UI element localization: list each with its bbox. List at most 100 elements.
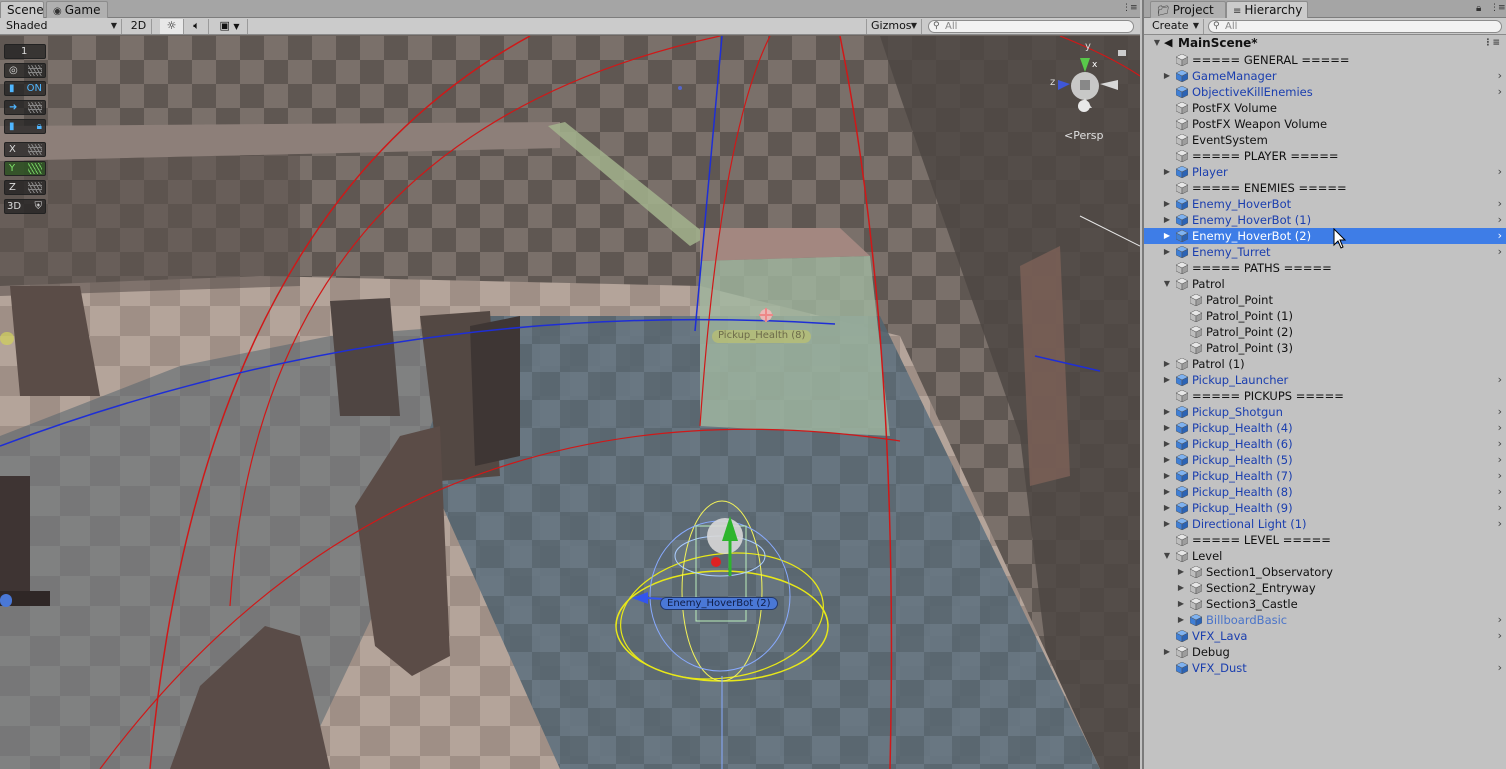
prefab-open-chevron-icon[interactable]: ›	[1498, 196, 1502, 212]
panel-menu-icon[interactable]: ⋮≡	[1122, 3, 1138, 13]
fold-closed-icon[interactable]: ▶	[1162, 244, 1172, 260]
fold-closed-icon[interactable]: ▶	[1162, 644, 1172, 660]
prefab-open-chevron-icon[interactable]: ›	[1498, 516, 1502, 532]
hierarchy-row[interactable]: ▶ Debug	[1144, 644, 1506, 660]
lock-toggle[interactable]: ▮ 🔒︎	[4, 119, 46, 134]
prefab-open-chevron-icon[interactable]: ›	[1498, 468, 1502, 484]
hierarchy-row[interactable]: ▶ Player ›	[1144, 164, 1506, 180]
hierarchy-row[interactable]: ===== GENERAL =====	[1144, 52, 1506, 68]
hierarchy-row[interactable]: EventSystem	[1144, 132, 1506, 148]
fold-closed-icon[interactable]: ▶	[1162, 164, 1172, 180]
fold-closed-icon[interactable]: ▶	[1162, 516, 1172, 532]
fold-open-icon[interactable]: ▼	[1162, 276, 1172, 292]
hierarchy-row[interactable]: ===== PICKUPS =====	[1144, 388, 1506, 404]
hierarchy-row[interactable]: ▶ Enemy_HoverBot (1) ›	[1144, 212, 1506, 228]
hierarchy-row[interactable]: ▶ Pickup_Health (7) ›	[1144, 468, 1506, 484]
hierarchy-row[interactable]: ▶ Pickup_Launcher ›	[1144, 372, 1506, 388]
hierarchy-row[interactable]: ===== PATHS =====	[1144, 260, 1506, 276]
tab-scene[interactable]: Scene	[0, 1, 44, 18]
hierarchy-row[interactable]: ▶ Section1_Observatory	[1144, 564, 1506, 580]
hierarchy-row[interactable]: ▶ Pickup_Health (6) ›	[1144, 436, 1506, 452]
hierarchy-row[interactable]: Patrol_Point (1)	[1144, 308, 1506, 324]
hierarchy-row[interactable]: VFX_Dust ›	[1144, 660, 1506, 676]
hierarchy-row[interactable]: ▶ Enemy_Turret ›	[1144, 244, 1506, 260]
fold-closed-icon[interactable]: ▶	[1162, 196, 1172, 212]
hierarchy-row[interactable]: PostFX Volume	[1144, 100, 1506, 116]
hierarchy-row[interactable]: VFX_Lava ›	[1144, 628, 1506, 644]
hierarchy-row[interactable]: ▶ Pickup_Shotgun ›	[1144, 404, 1506, 420]
hierarchy-row[interactable]: Patrol_Point (3)	[1144, 340, 1506, 356]
fold-closed-icon[interactable]: ▶	[1162, 356, 1172, 372]
lighting-toggle[interactable]: ☼	[160, 19, 184, 34]
fold-closed-icon[interactable]: ▶	[1162, 212, 1172, 228]
hierarchy-row[interactable]: ▼ Patrol	[1144, 276, 1506, 292]
snap-on-toggle[interactable]: ▮ ON	[4, 81, 46, 96]
hierarchy-row[interactable]: ▶ Section2_Entryway	[1144, 580, 1506, 596]
hierarchy-row[interactable]: ▶ Pickup_Health (4) ›	[1144, 420, 1506, 436]
fold-closed-icon[interactable]: ▶	[1176, 564, 1186, 580]
axis-x-toggle[interactable]: X	[4, 142, 46, 157]
shading-mode-dropdown[interactable]: Shaded ▼	[2, 19, 122, 34]
scene-search-input[interactable]: ⚲ All	[928, 20, 1134, 33]
fold-closed-icon[interactable]: ▶	[1176, 596, 1186, 612]
fold-closed-icon[interactable]: ▶	[1162, 404, 1172, 420]
prefab-open-chevron-icon[interactable]: ›	[1498, 660, 1502, 676]
prefab-open-chevron-icon[interactable]: ›	[1498, 404, 1502, 420]
prefab-open-chevron-icon[interactable]: ›	[1498, 436, 1502, 452]
hierarchy-row[interactable]: ===== ENEMIES =====	[1144, 180, 1506, 196]
gizmo-lock-icon[interactable]	[1118, 50, 1126, 56]
hierarchy-row[interactable]: PostFX Weapon Volume	[1144, 116, 1506, 132]
prefab-open-chevron-icon[interactable]: ›	[1498, 420, 1502, 436]
axis-y-toggle[interactable]: Y	[4, 161, 46, 176]
hierarchy-row[interactable]: ▶ GameManager ›	[1144, 68, 1506, 84]
hierarchy-row[interactable]: ▶ Section3_Castle	[1144, 596, 1506, 612]
hierarchy-row[interactable]: ▶ Patrol (1)	[1144, 356, 1506, 372]
create-dropdown[interactable]: Create ▼	[1148, 19, 1204, 34]
fold-closed-icon[interactable]: ▶	[1162, 436, 1172, 452]
hierarchy-row[interactable]: ObjectiveKillEnemies ›	[1144, 84, 1506, 100]
fold-closed-icon[interactable]: ▶	[1162, 420, 1172, 436]
tab-hierarchy[interactable]: ≡ Hierarchy	[1226, 1, 1308, 18]
hierarchy-row[interactable]: ▶ Pickup_Health (8) ›	[1144, 484, 1506, 500]
hierarchy-row[interactable]: ▶ Enemy_HoverBot ›	[1144, 196, 1506, 212]
prefab-open-chevron-icon[interactable]: ›	[1498, 84, 1502, 100]
hierarchy-row[interactable]: Patrol_Point	[1144, 292, 1506, 308]
fold-closed-icon[interactable]: ▶	[1162, 468, 1172, 484]
move-snap-toggle[interactable]: ➜	[4, 100, 46, 115]
prefab-open-chevron-icon[interactable]: ›	[1498, 68, 1502, 84]
fold-closed-icon[interactable]: ▶	[1162, 452, 1172, 468]
hierarchy-row[interactable]: ▶ Pickup_Health (9) ›	[1144, 500, 1506, 516]
hierarchy-row[interactable]: ===== PLAYER =====	[1144, 148, 1506, 164]
effects-dropdown[interactable]: ▣ ▼	[212, 19, 248, 34]
hierarchy-row[interactable]: ▶ BillboardBasic ›	[1144, 612, 1506, 628]
fold-open-icon[interactable]: ▼	[1162, 548, 1172, 564]
gizmos-dropdown[interactable]: Gizmos ▼	[866, 19, 922, 34]
prefab-open-chevron-icon[interactable]: ›	[1498, 500, 1502, 516]
lock-icon[interactable]: 🔒︎	[1476, 3, 1481, 14]
panel-menu-icon[interactable]: ⋮≡	[1490, 3, 1506, 13]
axis-z-toggle[interactable]: Z	[4, 180, 46, 195]
scene-menu-icon[interactable]: ⋮≡	[1483, 35, 1500, 51]
prefab-open-chevron-icon[interactable]: ›	[1498, 164, 1502, 180]
hierarchy-row[interactable]: ===== LEVEL =====	[1144, 532, 1506, 548]
prefab-open-chevron-icon[interactable]: ›	[1498, 228, 1502, 244]
fold-closed-icon[interactable]: ▶	[1162, 500, 1172, 516]
audio-toggle[interactable]: 🔈︎	[185, 19, 209, 34]
hierarchy-row[interactable]: Patrol_Point (2)	[1144, 324, 1506, 340]
fold-closed-icon[interactable]: ▶	[1176, 612, 1186, 628]
mode-3d-toggle[interactable]: 3D ⛨	[4, 199, 46, 214]
hierarchy-search-input[interactable]: ⚲ All	[1208, 20, 1502, 33]
hierarchy-row[interactable]: ▼ Level	[1144, 548, 1506, 564]
fold-open-icon[interactable]: ▼	[1152, 35, 1162, 51]
fold-closed-icon[interactable]: ▶	[1176, 580, 1186, 596]
hierarchy-row[interactable]: ▶ Pickup_Health (5) ›	[1144, 452, 1506, 468]
fold-closed-icon[interactable]: ▶	[1162, 68, 1172, 84]
hierarchy-row[interactable]: ▶ Enemy_HoverBot (2) ›	[1144, 228, 1506, 244]
scene-viewport[interactable]: 1 ◎ ▮ ON ➜ ▮ 🔒︎ X Y Z 3D ⛨ y z x <Persp Pic…	[0, 36, 1140, 769]
tab-game[interactable]: ◉ Game	[46, 1, 108, 18]
tab-project[interactable]: 📁︎ Project	[1150, 1, 1226, 18]
scene-root-row[interactable]: ▼ ◀ MainScene* ⋮≡	[1144, 35, 1506, 52]
layer-count-field[interactable]: 1	[4, 44, 46, 59]
fold-closed-icon[interactable]: ▶	[1162, 372, 1172, 388]
projection-toggle[interactable]: <Persp	[1064, 129, 1103, 142]
